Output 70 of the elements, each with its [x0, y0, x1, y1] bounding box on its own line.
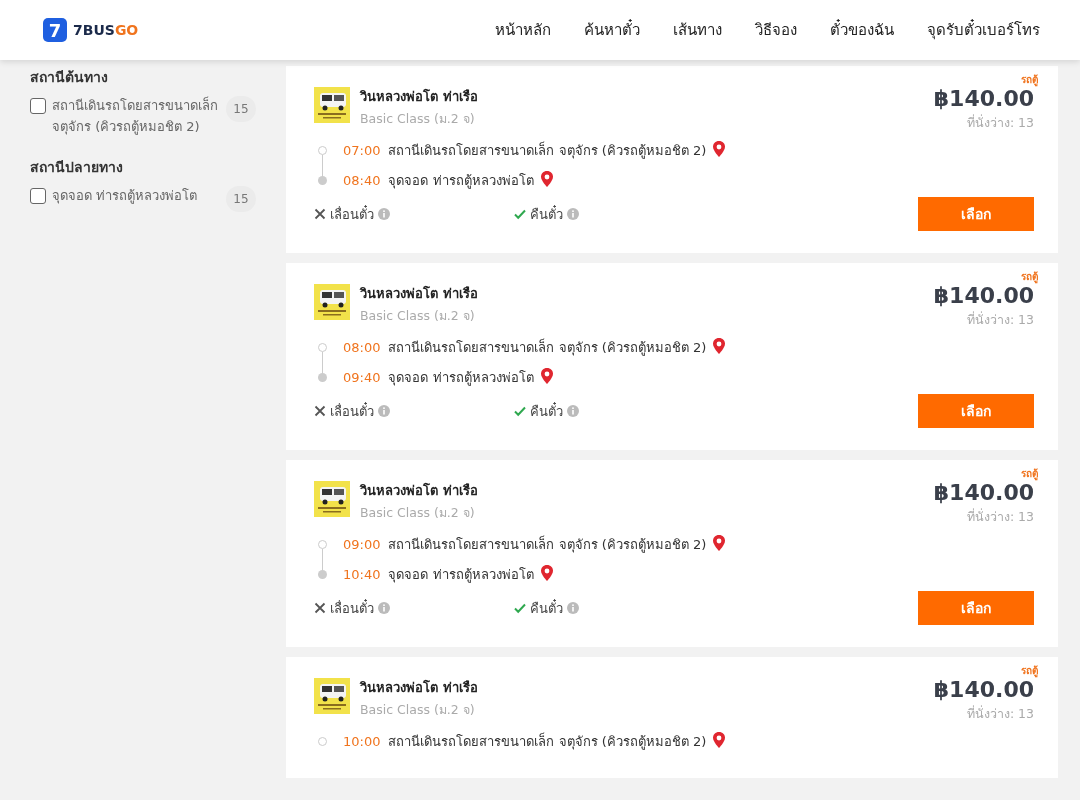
map-pin-icon [712, 535, 727, 553]
departure-time: 10:00 [343, 733, 381, 749]
checkbox[interactable] [30, 187, 46, 204]
price: ฿140.00 [933, 86, 1034, 111]
price: ฿140.00 [933, 283, 1034, 308]
stop-name: สถานีเดินรถโดยสารขนาดเล็ก จตุจักร (คิวรถตู้หมอชิต 2) [388, 337, 707, 358]
departure-time: 10:40 [343, 566, 381, 582]
departure-time: 09:00 [343, 536, 381, 552]
checkbox[interactable] [30, 98, 46, 114]
map-pin-icon [539, 368, 554, 386]
nav-link[interactable]: จุดรับตั๋วเบอร์โทร [927, 18, 1040, 42]
stop-name: จุดจอด ท่ารถตู้หลวงพ่อโต [388, 368, 534, 388]
info-icon[interactable] [567, 405, 579, 417]
count-badge: 15 [226, 185, 256, 212]
vehicle-tag: รถตู้ [1021, 269, 1038, 284]
policy-label: เลื่อนตั๋ว [330, 598, 374, 618]
class-label: Basic Class (ม.2 จ) [360, 504, 476, 522]
filter-heading: สถานีต้นทาง [30, 68, 109, 87]
seats-available: ที่นั่งว่าง: 13 [965, 113, 1034, 132]
info-icon[interactable] [378, 208, 390, 220]
policy-label: คืนตั๋ว [530, 401, 563, 421]
nav-link[interactable]: เส้นทาง [673, 18, 722, 42]
operator-name: วินหลวงพ่อโต ท่าเรือ [360, 482, 479, 500]
policy-label: เลื่อนตั๋ว [330, 204, 374, 224]
info-icon[interactable] [378, 405, 390, 417]
departure-time: 08:40 [343, 172, 381, 188]
info-icon[interactable] [567, 602, 579, 614]
stop-name: สถานีเดินรถโดยสารขนาดเล็ก จตุจักร (คิวรถตู้หมอชิต 2) [388, 140, 707, 161]
nav-link[interactable]: วิธีจอง [755, 18, 797, 42]
vehicle-tag: รถตู้ [1021, 72, 1038, 87]
map-pin-icon [712, 338, 727, 356]
policy-label: เลื่อนตั๋ว [330, 401, 374, 421]
map-pin-icon [539, 565, 554, 583]
price: ฿140.00 [933, 677, 1034, 702]
filter-label[interactable]: จุดจอด ท่ารถตู้หลวงพ่อโต [52, 185, 220, 207]
policy-label: คืนตั๋ว [530, 204, 563, 224]
vehicle-tag: รถตู้ [1021, 466, 1038, 481]
departure-time: 07:00 [343, 142, 381, 158]
vehicle-tag: รถตู้ [1021, 663, 1038, 678]
map-pin-icon [712, 141, 727, 159]
stop-name: จุดจอด ท่ารถตู้หลวงพ่อโต [388, 565, 534, 585]
departure-time: 09:40 [343, 369, 381, 385]
operator-name: วินหลวงพ่อโต ท่าเรือ [360, 679, 479, 697]
map-pin-icon [539, 171, 554, 189]
operator-name: วินหลวงพ่อโต ท่าเรือ [360, 88, 479, 106]
class-label: Basic Class (ม.2 จ) [360, 307, 476, 325]
class-label: Basic Class (ม.2 จ) [360, 701, 476, 719]
map-pin-icon [712, 732, 727, 750]
stop-name: สถานีเดินรถโดยสารขนาดเล็ก จตุจักร (คิวรถตู้หมอชิต 2) [388, 534, 707, 555]
logo-mark[interactable]: 7 [43, 18, 67, 42]
operator-name: วินหลวงพ่อโต ท่าเรือ [360, 285, 479, 303]
info-icon[interactable] [378, 602, 390, 614]
nav-link[interactable]: หน้าหลัก [495, 18, 551, 42]
stop-name: สถานีเดินรถโดยสารขนาดเล็ก จตุจักร (คิวรถตู้หมอชิต 2) [388, 731, 707, 752]
nav-link[interactable]: ค้นหาตั๋ว [584, 18, 640, 42]
filter-label[interactable]: สถานีเดินรถโดยสารขนาดเล็ก จตุจักร (คิวรถตู้หมอชิต 2) [52, 96, 220, 138]
policy-label: คืนตั๋ว [530, 598, 563, 618]
class-label: Basic Class (ม.2 จ) [360, 110, 476, 128]
filter-heading: สถานีปลายทาง [30, 157, 124, 177]
seats-available: ที่นั่งว่าง: 13 [965, 704, 1034, 723]
seats-available: ที่นั่งว่าง: 13 [965, 507, 1034, 526]
stop-name: จุดจอด ท่ารถตู้หลวงพ่อโต [388, 171, 534, 191]
nav-link[interactable]: ตั๋วของฉัน [830, 18, 894, 42]
departure-time: 08:00 [343, 339, 381, 355]
count-badge: 15 [226, 96, 256, 122]
info-icon[interactable] [567, 208, 579, 220]
seats-available: ที่นั่งว่าง: 13 [965, 310, 1034, 329]
timeline-dot [318, 736, 327, 746]
price: ฿140.00 [933, 480, 1034, 505]
logo-text[interactable]: 7BUSGO [73, 22, 139, 38]
